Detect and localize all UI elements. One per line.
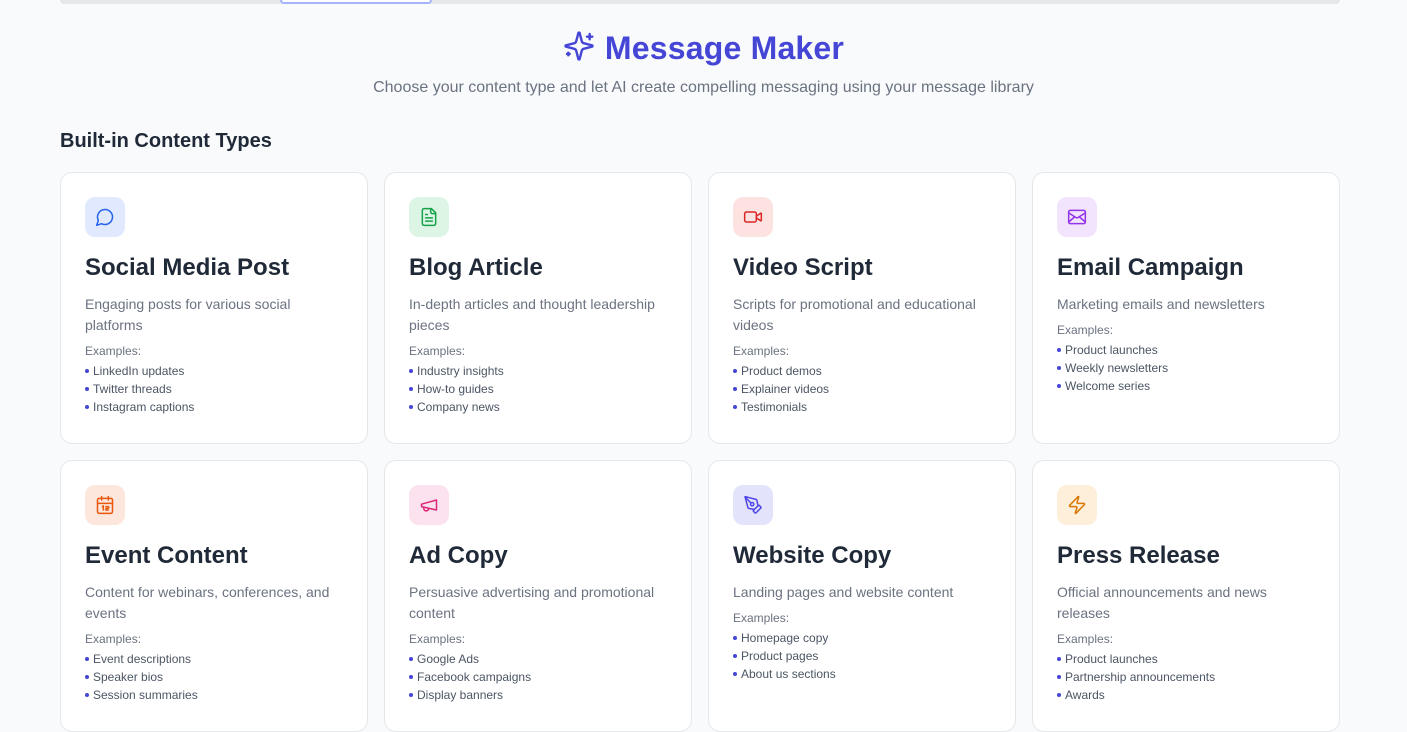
content-type-card-social-media-post[interactable]: Social Media Post Engaging posts for var… xyxy=(60,172,368,444)
example-item: Testimonials xyxy=(733,398,991,416)
card-icon-box xyxy=(409,197,449,237)
content-type-grid: Social Media Post Engaging posts for var… xyxy=(60,172,1340,732)
pen-tool-icon xyxy=(744,495,762,514)
examples-label: Examples: xyxy=(733,344,790,358)
example-item: Industry insights xyxy=(409,362,667,380)
examples-list: Event descriptions Speaker bios Session su… xyxy=(85,650,343,704)
top-tab-bar xyxy=(60,0,1340,4)
examples-label: Examples: xyxy=(1057,323,1114,337)
example-item: Product pages xyxy=(733,647,991,665)
example-item: Product launches xyxy=(1057,650,1315,668)
examples-label: Examples: xyxy=(409,632,466,646)
card-description: Marketing emails and newsletters xyxy=(1057,296,1265,312)
card-description: Engaging posts for various social platfo… xyxy=(85,296,291,333)
example-item: Product demos xyxy=(733,362,991,380)
examples-label: Examples: xyxy=(85,344,142,358)
examples-list: LinkedIn updates Twitter threads Instagram… xyxy=(85,362,343,416)
content-type-card-email-campaign[interactable]: Email Campaign Marketing emails and news… xyxy=(1032,172,1340,444)
content-type-card-website-copy[interactable]: Website Copy Landing pages and website c… xyxy=(708,460,1016,732)
content-type-card-event-content[interactable]: Event Content Content for webinars, conf… xyxy=(60,460,368,732)
sparkles-icon xyxy=(563,30,595,67)
examples-label: Examples: xyxy=(409,344,466,358)
content-type-card-video-script[interactable]: Video Script Scripts for promotional and… xyxy=(708,172,1016,444)
example-item: Facebook campaigns xyxy=(409,668,667,686)
page-header: Message Maker Choose your content type a… xyxy=(0,30,1407,97)
example-item: LinkedIn updates xyxy=(85,362,343,380)
calendar-icon xyxy=(96,495,114,515)
message-circle-icon xyxy=(95,208,114,227)
examples-list: Product launches Partnership announcement… xyxy=(1057,650,1315,704)
examples-list: Homepage copy Product pages About us secti… xyxy=(733,629,991,683)
card-description: Scripts for promotional and educational … xyxy=(733,296,976,333)
examples-label: Examples: xyxy=(733,611,790,625)
example-item: About us sections xyxy=(733,665,991,683)
page-subtitle: Choose your content type and let AI crea… xyxy=(373,79,1034,96)
section-title: Built-in Content Types xyxy=(60,130,272,152)
example-item: Weekly newsletters xyxy=(1057,359,1315,377)
card-description: Official announcements and news releases xyxy=(1057,584,1267,621)
file-text-icon xyxy=(421,207,437,227)
example-item: Partnership announcements xyxy=(1057,668,1315,686)
megaphone-icon xyxy=(420,499,438,512)
zap-icon xyxy=(1068,495,1086,515)
example-item: Speaker bios xyxy=(85,668,343,686)
examples-list: Product demos Explainer videos Testimonial… xyxy=(733,362,991,416)
card-title: Ad Copy xyxy=(409,542,508,569)
example-item: Explainer videos xyxy=(733,380,991,398)
card-icon-box xyxy=(85,485,125,525)
examples-list: Industry insights How-to guides Company ne… xyxy=(409,362,667,416)
examples-label: Examples: xyxy=(85,632,142,646)
examples-label: Examples: xyxy=(1057,632,1114,646)
card-icon-box xyxy=(733,197,773,237)
card-icon-box xyxy=(733,485,773,525)
content-type-card-ad-copy[interactable]: Ad Copy Persuasive advertising and promo… xyxy=(384,460,692,732)
active-tab-indicator[interactable] xyxy=(280,0,432,4)
example-item: Product launches xyxy=(1057,341,1315,359)
card-title: Website Copy xyxy=(733,542,892,569)
card-title: Email Campaign xyxy=(1057,254,1244,281)
example-item: Google Ads xyxy=(409,650,667,668)
card-icon-box xyxy=(1057,485,1097,525)
card-description: Persuasive advertising and promotional c… xyxy=(409,584,655,621)
card-icon-box xyxy=(1057,197,1097,237)
card-title: Video Script xyxy=(733,254,873,281)
title-row: Message Maker xyxy=(563,30,844,67)
examples-list: Product launches Weekly newsletters Welcom… xyxy=(1057,341,1315,395)
example-item: Awards xyxy=(1057,686,1315,704)
card-description: Landing pages and website content xyxy=(733,584,954,600)
content-type-card-blog-article[interactable]: Blog Article In-depth articles and thoug… xyxy=(384,172,692,444)
example-item: Session summaries xyxy=(85,686,343,704)
card-title: Event Content xyxy=(85,542,248,569)
card-icon-box xyxy=(85,197,125,237)
card-title: Social Media Post xyxy=(85,254,290,281)
mail-icon xyxy=(1067,209,1087,225)
card-description: Content for webinars, conferences, and e… xyxy=(85,584,330,621)
example-item: Welcome series xyxy=(1057,377,1315,395)
example-item: Event descriptions xyxy=(85,650,343,668)
example-item: Twitter threads xyxy=(85,380,343,398)
example-item: Display banners xyxy=(409,686,667,704)
card-title: Blog Article xyxy=(409,254,543,281)
page-title: Message Maker xyxy=(604,30,845,66)
content-type-card-press-release[interactable]: Press Release Official announcements and… xyxy=(1032,460,1340,732)
card-title: Press Release xyxy=(1057,542,1220,569)
card-description: In-depth articles and thought leadership… xyxy=(409,296,655,333)
example-item: Company news xyxy=(409,398,667,416)
video-icon xyxy=(743,211,763,223)
example-item: How-to guides xyxy=(409,380,667,398)
examples-list: Google Ads Facebook campaigns Display bann… xyxy=(409,650,667,704)
example-item: Instagram captions xyxy=(85,398,343,416)
example-item: Homepage copy xyxy=(733,629,991,647)
card-icon-box xyxy=(409,485,449,525)
